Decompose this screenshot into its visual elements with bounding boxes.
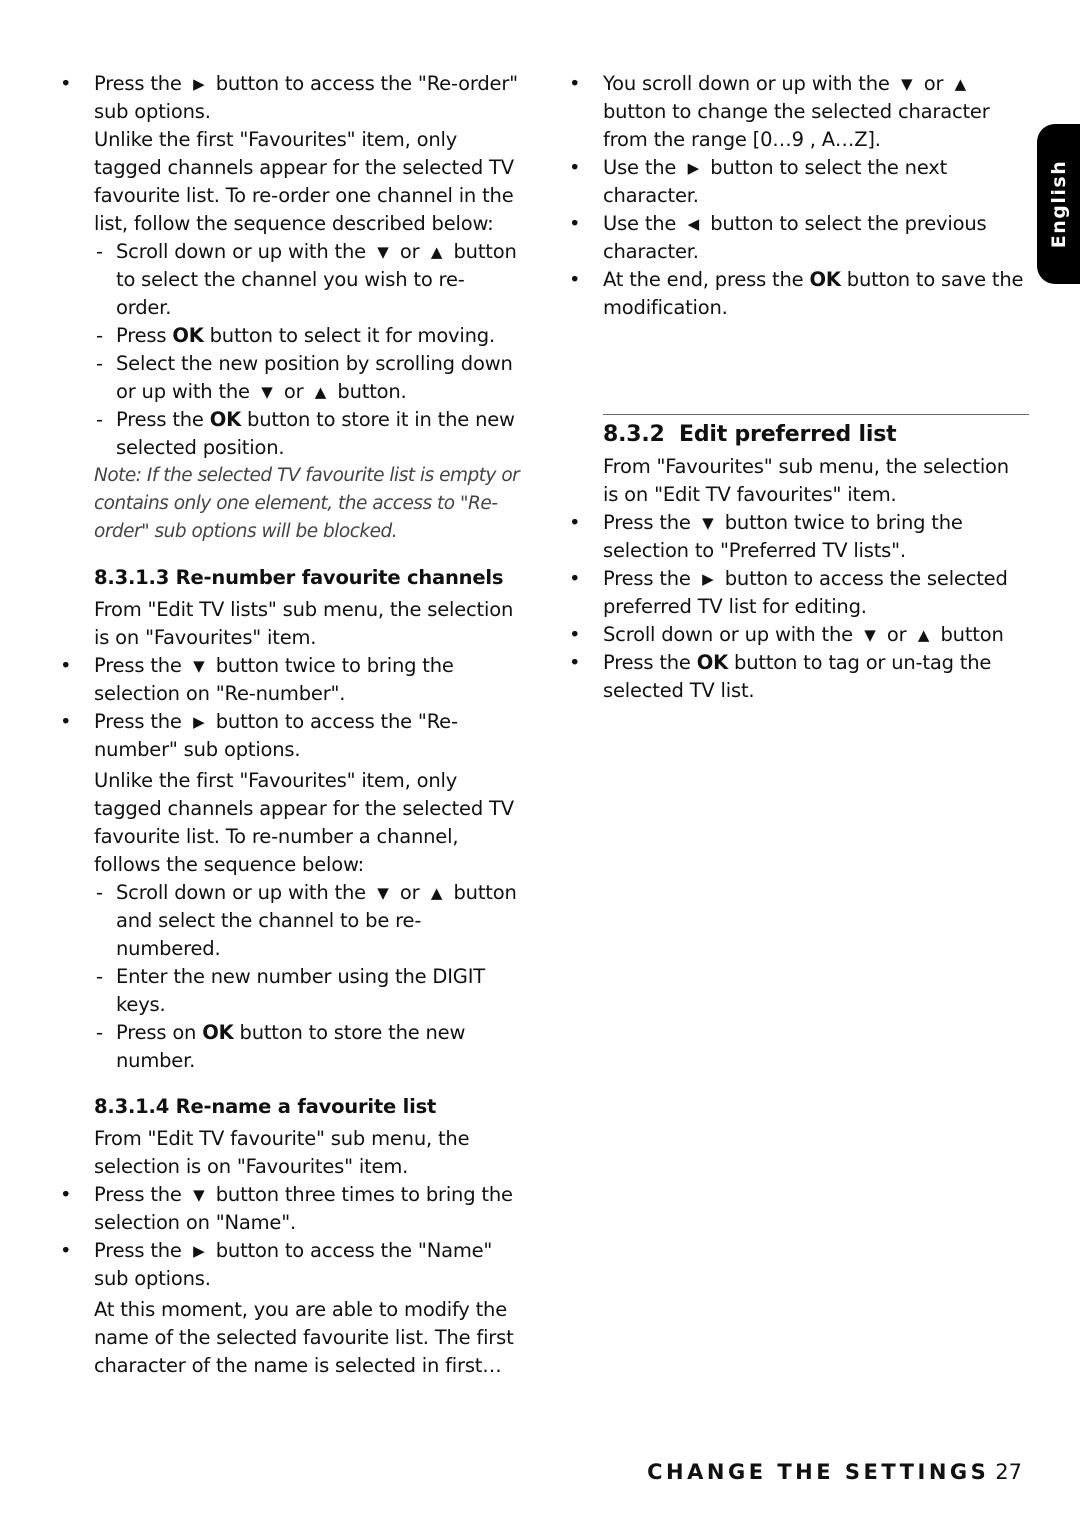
- list-item: Press OK button to select it for moving.: [94, 322, 520, 350]
- down-arrow-icon: ▼: [193, 657, 205, 675]
- down-arrow-icon: ▼: [864, 626, 876, 644]
- list-item: Use the ◀ button to select the previous …: [569, 210, 1029, 266]
- right-arrow-icon: ▶: [193, 1242, 205, 1260]
- down-arrow-icon: ▼: [377, 884, 389, 902]
- note: Note: If the selected TV favourite list …: [94, 465, 520, 542]
- section-divider: [603, 414, 1029, 415]
- list-item: Press the ▶ button to access the selecte…: [569, 565, 1029, 621]
- list-item: Enter the new number using the DIGIT key…: [94, 963, 520, 1019]
- down-arrow-icon: ▼: [702, 514, 714, 532]
- list-item: Press the ▶ button to access the "Re-ord…: [60, 70, 520, 126]
- right-arrow-icon: ▶: [687, 159, 700, 177]
- up-arrow-icon: ▲: [430, 884, 443, 902]
- section-heading: 8.3.1.4 Re-name a favourite list: [94, 1095, 437, 1118]
- section-title: Edit preferred list: [679, 422, 897, 447]
- list-item: Scroll down or up with the ▼ or ▲ button…: [94, 879, 520, 963]
- page-footer: CHANGE THE SETTINGS 27: [647, 1460, 1022, 1484]
- list-item: Select the new position by scrolling dow…: [94, 350, 520, 406]
- list-item: You scroll down or up with the ▼ or ▲ bu…: [569, 70, 1029, 154]
- section-heading: 8.3.1.3 Re-number favourite channels: [94, 566, 504, 589]
- list-item: Use the ▶ button to select the next char…: [569, 154, 1029, 210]
- section-number: 8.3.2: [603, 422, 665, 447]
- ok-key-label: OK: [202, 1021, 234, 1044]
- up-arrow-icon: ▲: [314, 383, 327, 401]
- list-item: Press the ▶ button to access the "Name" …: [60, 1237, 520, 1293]
- up-arrow-icon: ▲: [917, 626, 930, 644]
- list-item: Press the ▶ button to access the "Re-num…: [60, 708, 520, 764]
- right-arrow-icon: ▶: [193, 75, 205, 93]
- up-arrow-icon: ▲: [430, 243, 443, 261]
- language-label: English: [1047, 159, 1070, 249]
- ok-key-label: OK: [809, 268, 841, 291]
- paragraph: At this moment, you are able to modify t…: [94, 1298, 514, 1377]
- list-item: Press the ▼ button three times to bring …: [60, 1181, 520, 1237]
- left-column: Press the ▶ button to access the "Re-ord…: [60, 70, 520, 1380]
- page-number: 27: [995, 1460, 1022, 1484]
- right-column: You scroll down or up with the ▼ or ▲ bu…: [569, 70, 1029, 705]
- list-item: Press on OK button to store the new numb…: [94, 1019, 520, 1075]
- paragraph: From "Edit TV lists" sub menu, the selec…: [94, 598, 514, 649]
- footer-section-title: CHANGE THE SETTINGS: [647, 1460, 990, 1484]
- paragraph: From "Edit TV favourite" sub menu, the s…: [94, 1127, 470, 1178]
- down-arrow-icon: ▼: [377, 243, 389, 261]
- language-tab: English: [1037, 124, 1080, 284]
- down-arrow-icon: ▼: [901, 75, 913, 93]
- list-item: Press the OK button to store it in the n…: [94, 406, 520, 462]
- list-item: Press the ▼ button twice to bring the se…: [60, 652, 520, 708]
- right-arrow-icon: ▶: [193, 713, 205, 731]
- ok-key-label: OK: [209, 408, 242, 431]
- paragraph: Unlike the first "Favourites" item, only…: [94, 128, 514, 235]
- down-arrow-icon: ▼: [193, 1186, 205, 1204]
- list-item: Press the OK button to tag or un-tag the…: [569, 649, 1029, 705]
- list-item: Scroll down or up with the ▼ or ▲ button: [569, 621, 1029, 649]
- paragraph: From "Favourites" sub menu, the selectio…: [603, 455, 1009, 506]
- up-arrow-icon: ▲: [954, 75, 967, 93]
- list-item: Scroll down or up with the ▼ or ▲ button…: [94, 238, 520, 322]
- ok-key-label: OK: [696, 651, 729, 674]
- left-arrow-icon: ◀: [687, 215, 700, 233]
- paragraph: Unlike the first "Favourites" item, only…: [94, 769, 514, 876]
- ok-key-label: OK: [172, 324, 204, 347]
- list-item: Press the ▼ button twice to bring the se…: [569, 509, 1029, 565]
- list-item: At the end, press the OK button to save …: [569, 266, 1029, 322]
- right-arrow-icon: ▶: [702, 570, 714, 588]
- down-arrow-icon: ▼: [261, 383, 273, 401]
- section-heading: 8.3.2 Edit preferred list: [603, 421, 1029, 449]
